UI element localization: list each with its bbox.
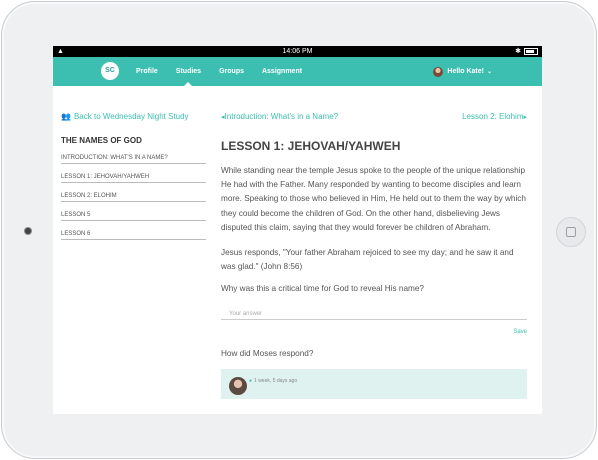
user-greeting: Hello Kate! [447,68,484,75]
avatar [229,377,247,396]
chevron-right-icon: ▸ [523,114,527,121]
prev-lesson-link[interactable]: ◂Introduction: What's in a Name? [221,112,338,121]
sidebar: 👥 Back to Wednesday Night Study THE NAME… [61,112,206,249]
question-text: Why was this a critical time for God to … [221,284,424,294]
battery-icon [524,47,538,55]
home-square-icon [566,227,576,237]
main-content: ◂Introduction: What's in a Name? Lesson … [221,112,527,400]
status-icons: ✱ [515,46,538,57]
back-link-label: Back to Wednesday Night Study [73,112,189,121]
logo[interactable]: SC [101,62,119,80]
status-time: 14:06 PM [282,48,313,55]
nav-assignment[interactable]: Assignment [262,57,302,86]
lesson-link[interactable]: LESSON 6 [61,230,206,240]
tablet-frame: ▲ 14:06 PM ✱ SC Profile Studies Groups A… [1,1,597,459]
page-title: LESSON 1: JEHOVAH/YAHWEH [221,139,401,153]
lesson-pager: ◂Introduction: What's in a Name? Lesson … [221,112,527,121]
top-nav: SC Profile Studies Groups Assignment Hel… [53,57,542,86]
lesson-link[interactable]: LESSON 2: ELOHIM [61,192,206,202]
nav-studies[interactable]: Studies [176,57,201,86]
series-title: THE NAMES OF GOD [61,136,142,145]
status-bar: ▲ 14:06 PM ✱ [53,46,542,57]
save-button[interactable]: Save [221,329,527,335]
screen: ▲ 14:06 PM ✱ SC Profile Studies Groups A… [53,46,542,414]
next-lesson-link[interactable]: Lesson 2: Elohim▸ [462,112,527,121]
nav-groups[interactable]: Groups [219,57,244,86]
lesson-link[interactable]: INTRODUCTION: WHAT'S IN A NAME? [61,154,206,164]
avatar [433,66,444,77]
next-lesson-label: Lesson 2: Elohim [462,112,524,121]
home-button[interactable] [556,217,586,247]
prev-lesson-label: Introduction: What's in a Name? [224,112,339,121]
user-menu[interactable]: Hello Kate! ⌄ [433,57,492,86]
lesson-list: INTRODUCTION: WHAT'S IN A NAME? LESSON 1… [61,154,206,240]
clock-icon: ● [249,378,253,385]
lesson-link[interactable]: LESSON 5 [61,211,206,221]
response-meta: ● 1 week, 5 days ago [249,378,297,384]
chevron-down-icon: ⌄ [486,69,492,75]
response-card: ● 1 week, 5 days ago [221,369,527,400]
back-link[interactable]: 👥 Back to Wednesday Night Study [61,112,206,121]
nav-profile[interactable]: Profile [136,57,158,86]
response-time: 1 week, 5 days ago [254,378,298,385]
people-icon: 👥 [61,112,71,121]
nav-items: Profile Studies Groups Assignment [136,57,320,86]
question-text: How did Moses respond? [221,349,314,359]
answer-input[interactable]: Your answer [221,311,527,321]
camera [25,228,31,234]
signal-icon: ▲ [57,48,64,55]
lesson-paragraph: While standing near the temple Jesus spo… [221,166,526,232]
lesson-link[interactable]: LESSON 1: JEHOVAH/YAHWEH [61,173,206,183]
lesson-paragraph: Jesus responds, "Your father Abraham rej… [221,248,514,272]
